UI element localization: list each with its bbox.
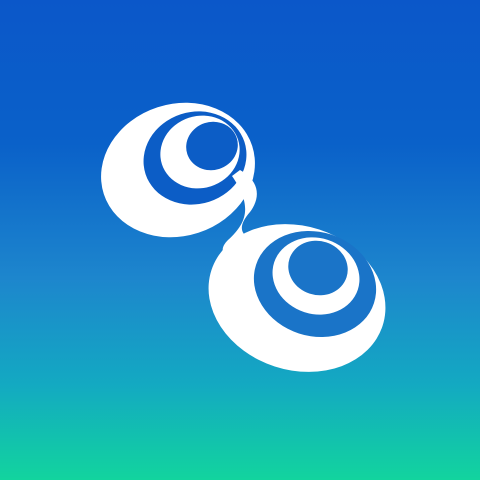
upper-swirl	[101, 102, 255, 238]
app-icon	[0, 0, 480, 480]
lower-swirl	[208, 224, 386, 372]
infinity-swirl-logo-icon	[101, 102, 386, 372]
